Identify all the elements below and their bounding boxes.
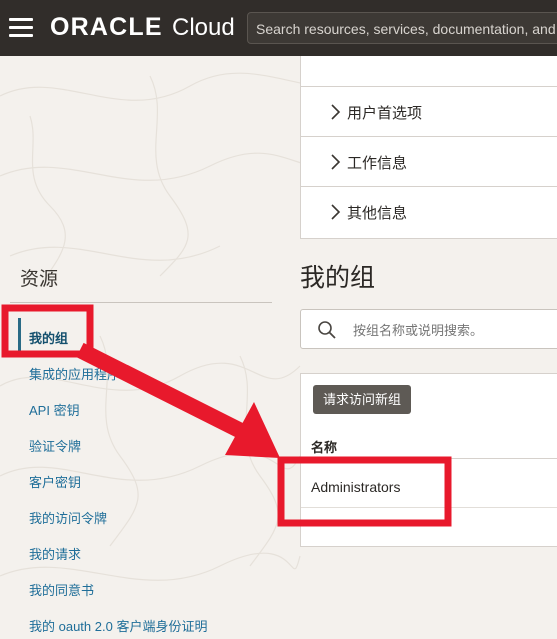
resources-title: 资源 (20, 269, 59, 290)
search-icon (318, 321, 336, 339)
column-header-name[interactable]: 名称 (311, 437, 337, 456)
resource-item-my-access-tokens[interactable]: 我的访问令牌 (29, 508, 107, 527)
details-card-top (300, 56, 557, 87)
section-other-info[interactable]: 其他信息 (300, 187, 557, 239)
menu-icon[interactable] (9, 18, 33, 38)
section-job-info[interactable]: 工作信息 (300, 137, 557, 187)
section-label: 其他信息 (347, 205, 408, 222)
top-bar: ORACLE Cloud Search resources, services,… (0, 0, 557, 56)
request-new-group-button[interactable]: 请求访问新组 (313, 385, 412, 414)
resource-item-my-consents[interactable]: 我的同意书 (29, 580, 94, 599)
group-search-input[interactable] (351, 318, 555, 342)
resource-item-my-requests[interactable]: 我的请求 (29, 544, 81, 563)
resource-item-customer-secret-keys[interactable]: 客户密钥 (29, 472, 81, 491)
resource-item-oauth-credentials[interactable]: 我的 oauth 2.0 客户端身份证明 (29, 616, 207, 635)
resource-item-api-keys[interactable]: API 密钥 (29, 400, 80, 419)
chevron-right-icon (331, 104, 341, 120)
section-label: 用户首选项 (347, 105, 423, 122)
active-indicator (18, 318, 21, 352)
group-filter[interactable] (300, 309, 557, 349)
table-row-divider (301, 507, 557, 508)
chevron-right-icon (331, 204, 341, 220)
resources-panel: 资源 我的组 集成的应用程序 API 密钥 验证令牌 客户密钥 我的访问令牌 我… (0, 56, 300, 639)
table-row[interactable]: Administrators (311, 479, 400, 495)
global-search-input[interactable]: Search resources, services, documentatio… (247, 12, 557, 44)
table-header-divider (301, 458, 557, 459)
groups-table: 请求访问新组 名称 Administrators (300, 373, 557, 547)
section-user-preferences[interactable]: 用户首选项 (300, 87, 557, 137)
divider (10, 302, 272, 303)
resource-item-auth-tokens[interactable]: 验证令牌 (29, 436, 81, 455)
cloud-logo-text: Cloud (172, 14, 235, 41)
section-label: 工作信息 (347, 155, 408, 172)
resource-item-my-groups[interactable]: 我的组 (29, 328, 68, 347)
chevron-right-icon (331, 154, 341, 170)
oracle-logo[interactable]: ORACLE (50, 13, 163, 42)
resource-item-integrated-apps[interactable]: 集成的应用程序 (29, 364, 120, 383)
page-title: 我的组 (300, 264, 376, 292)
